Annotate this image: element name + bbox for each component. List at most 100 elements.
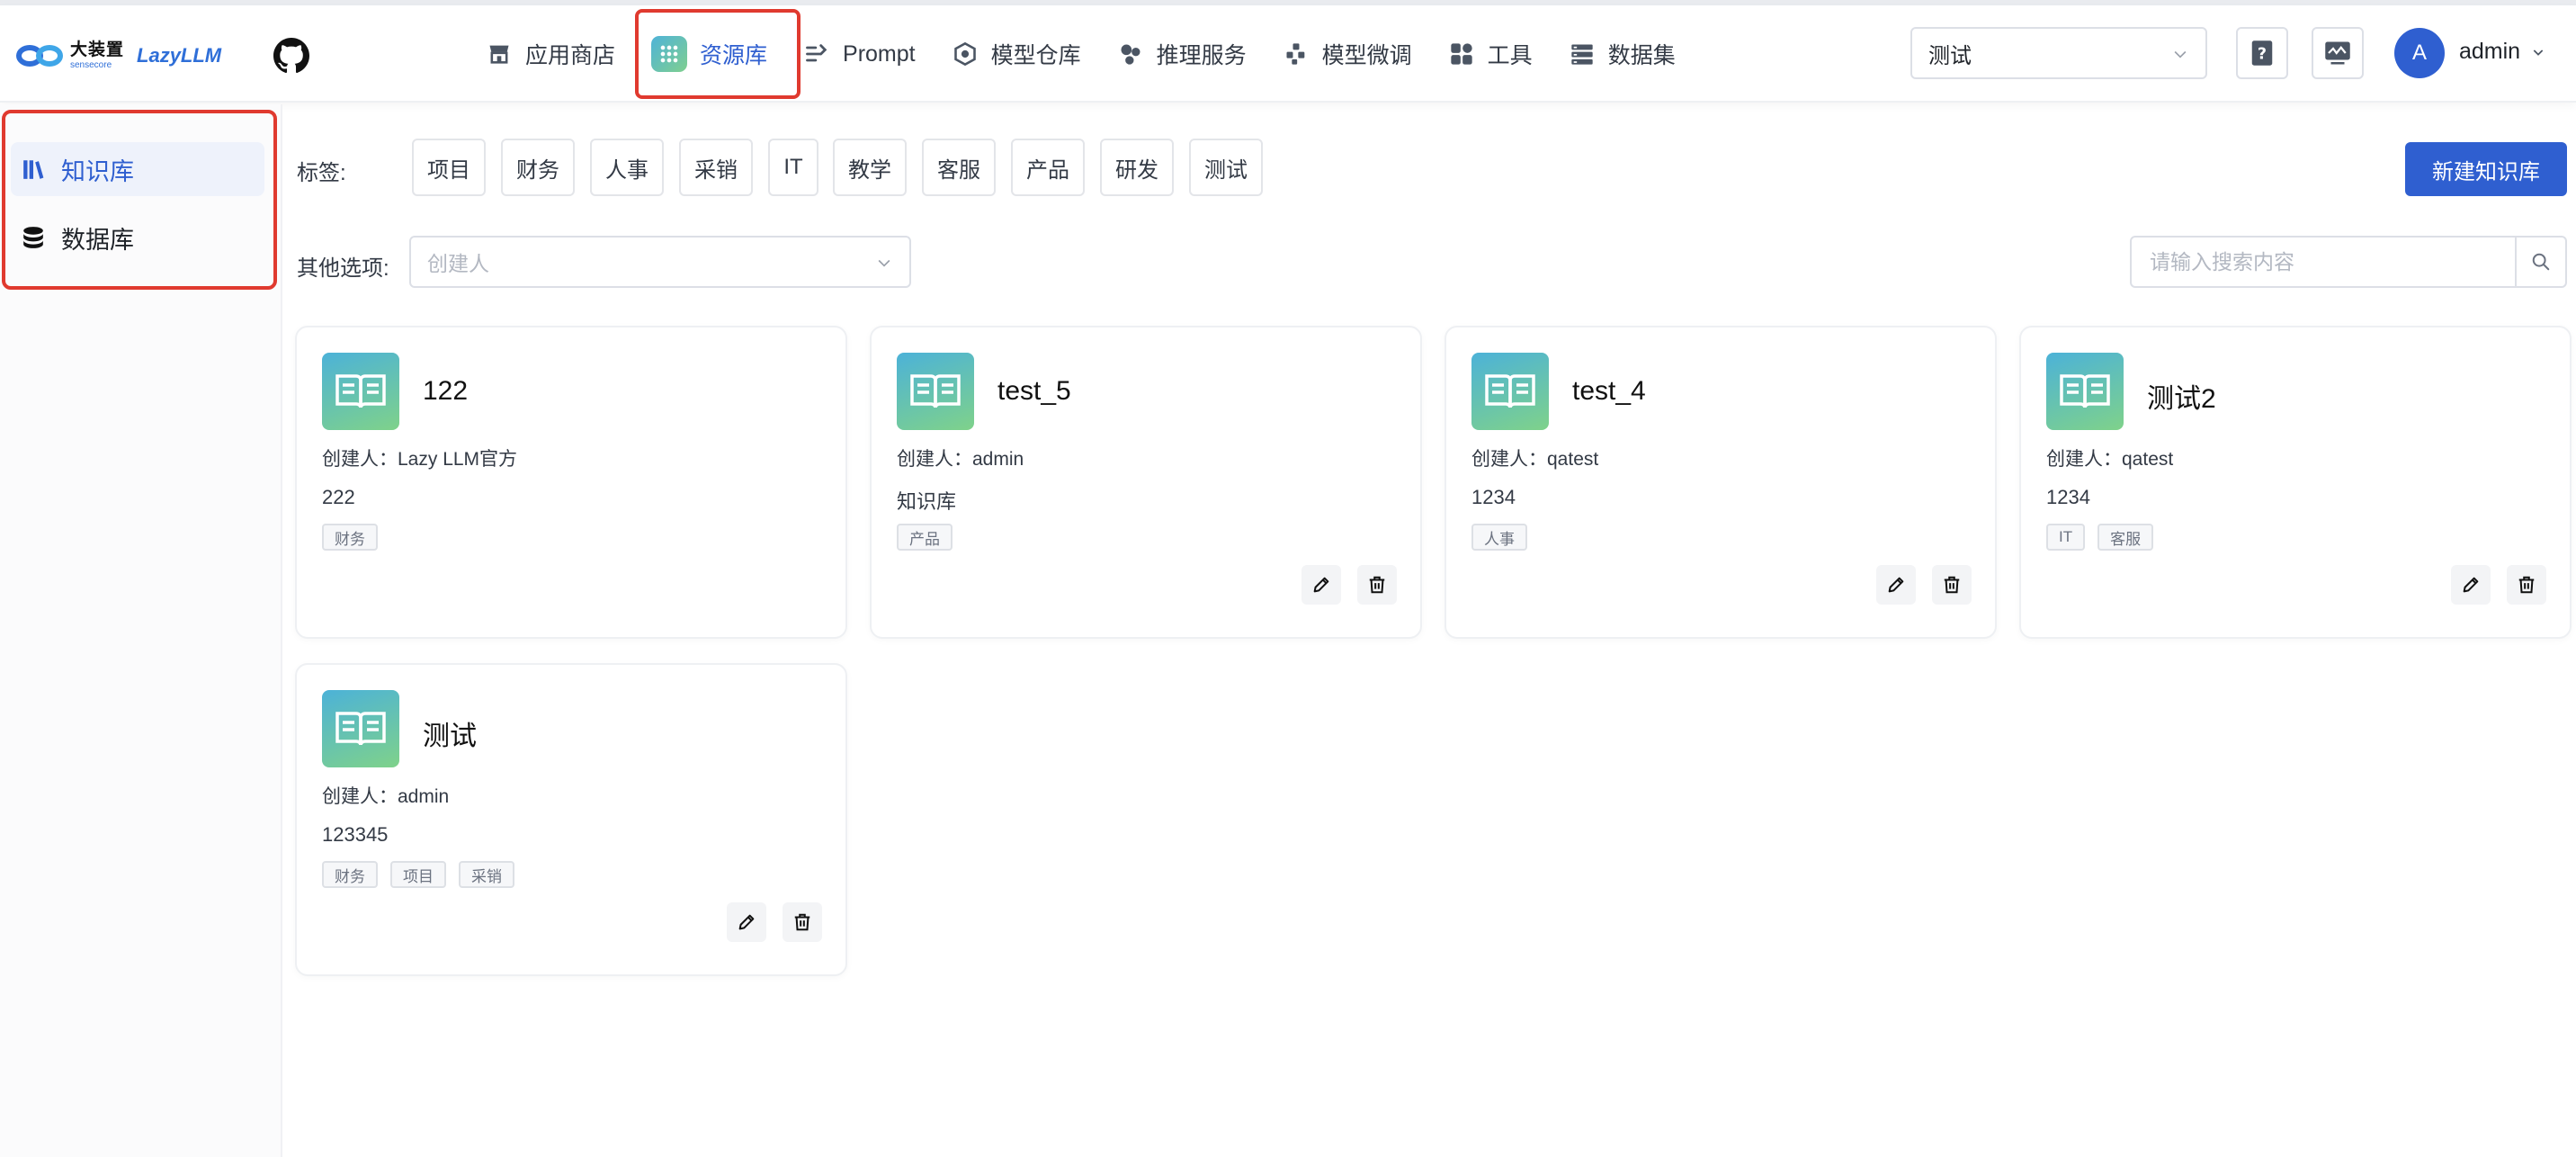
chevron-down-icon [878,259,890,267]
sidebar-item-knowledge-base[interactable]: 知识库 [11,142,264,196]
user-name[interactable]: admin [2459,39,2520,65]
creator-select-placeholder: 创建人 [427,252,489,275]
avatar[interactable]: A [2394,28,2445,78]
nav-prompt[interactable]: Prompt [785,27,934,81]
logo-en-text: LazyLLM [137,44,222,67]
other-options-label: 其他选项: [297,256,389,281]
pencil-icon [1888,577,1904,593]
card-tags: 人事 [1471,524,1527,551]
tag-filter[interactable]: 采销 [679,139,753,196]
card-tag: 客服 [2097,524,2154,551]
store-icon [486,40,513,67]
model-repo-icon [952,40,979,67]
trash-icon [1944,576,1960,594]
delete-button[interactable] [1932,565,1972,605]
card-creator: 创建人：admin [322,786,450,807]
sidebar: 知识库 数据库 [0,104,282,1157]
card-title: 122 [423,376,469,406]
nav-app-store[interactable]: 应用商店 [468,27,633,81]
tag-filter[interactable]: 产品 [1011,139,1085,196]
card-title: 测试2 [2147,384,2216,414]
tag-filter[interactable]: 研发 [1100,139,1174,196]
sidebar-item-database[interactable]: 数据库 [11,211,264,265]
card-description: 123345 [322,823,389,846]
nav-dataset[interactable]: 数据集 [1551,27,1694,81]
brand-logo[interactable]: 大装置 sensecore LazyLLM [16,38,221,74]
nav-tools[interactable]: 工具 [1430,27,1551,81]
card-tag: 产品 [897,524,953,551]
new-knowledge-base-button[interactable]: 新建知识库 [2405,142,2567,196]
card-creator: 创建人：qatest [1471,449,1599,470]
tag-filter[interactable]: 项目 [412,139,486,196]
edit-button[interactable] [2451,565,2491,605]
project-select[interactable]: 测试 [1910,27,2207,79]
database-icon [22,226,45,249]
card-tag: 采销 [459,861,514,888]
logo-mark-icon [16,42,65,69]
card-title: test_4 [1572,376,1646,406]
tag-filter[interactable]: 教学 [833,139,907,196]
nav-inference[interactable]: 推理服务 [1099,27,1265,81]
book-icon [322,353,399,430]
project-select-value: 测试 [1928,43,1972,68]
nav-resource-library[interactable]: 资源库 [633,27,785,81]
main-nav: 应用商店 资源库 Prompt 模型仓库 推理服务 模型微调 工具 数据集 [468,5,1694,103]
github-icon[interactable] [273,38,309,74]
nav-label: 模型微调 [1321,43,1412,68]
nav-finetune[interactable]: 模型微调 [1265,27,1430,81]
delete-button[interactable] [783,902,822,942]
card-creator: 创建人：qatest [2046,449,2174,470]
trash-icon [1369,576,1385,594]
card-tag: 财务 [322,861,378,888]
svg-text:?: ? [2258,45,2267,63]
knowledge-card[interactable]: 测试2 创建人：qatest 1234 IT 客服 [2019,326,2572,639]
logo-cn-text: 大装置 [70,40,125,59]
monitor-button[interactable] [2312,27,2364,79]
edit-button[interactable] [1301,565,1341,605]
card-title: test_5 [997,376,1071,406]
card-creator: 创建人：admin [897,449,1024,470]
tag-filter[interactable]: 测试 [1189,139,1263,196]
knowledge-card[interactable]: test_5 创建人：admin 知识库 产品 [870,326,1422,639]
nav-label: 应用商店 [525,43,616,68]
knowledge-card[interactable]: 122 创建人：Lazy LLM官方 222 财务 [295,326,847,639]
card-tag: 项目 [390,861,446,888]
tools-icon [1448,40,1475,67]
creator-select[interactable]: 创建人 [409,236,911,288]
sidebar-item-label: 知识库 [61,157,134,185]
card-tag: 财务 [322,524,378,551]
search-input[interactable] [2130,236,2517,288]
tag-filter[interactable]: 财务 [501,139,575,196]
card-tags: 财务 项目 采销 [322,861,514,888]
book-icon [322,690,399,767]
book-icon [2046,353,2124,430]
books-icon [22,157,45,181]
prompt-icon [803,40,830,67]
card-description: 知识库 [897,490,957,513]
trash-icon [2518,576,2535,594]
delete-button[interactable] [2507,565,2546,605]
edit-button[interactable] [1876,565,1916,605]
knowledge-card[interactable]: 测试 创建人：admin 123345 财务 项目 采销 [295,663,847,976]
tag-filter[interactable]: 客服 [922,139,996,196]
tag-filter[interactable]: 人事 [590,139,664,196]
edit-button[interactable] [727,902,766,942]
finetune-icon [1283,40,1310,67]
book-icon [897,353,974,430]
tags-label: 标签: [297,161,346,185]
nav-model-repo[interactable]: 模型仓库 [934,27,1099,81]
tag-filter[interactable]: IT [768,139,818,196]
chevron-down-icon[interactable] [2531,45,2545,59]
inference-icon [1117,40,1144,67]
card-title: 测试 [423,722,477,751]
delete-button[interactable] [1357,565,1397,605]
logo-text: 大装置 sensecore [70,41,124,70]
card-tags: 产品 [897,524,953,551]
knowledge-card[interactable]: test_4 创建人：qatest 1234 人事 [1445,326,1997,639]
search-button[interactable] [2515,236,2567,288]
card-tag: 人事 [1471,524,1527,551]
search-icon [2532,253,2550,271]
card-tags: 财务 [322,524,378,551]
card-tag: IT [2046,524,2086,551]
help-doc-button[interactable]: ? [2236,27,2288,79]
